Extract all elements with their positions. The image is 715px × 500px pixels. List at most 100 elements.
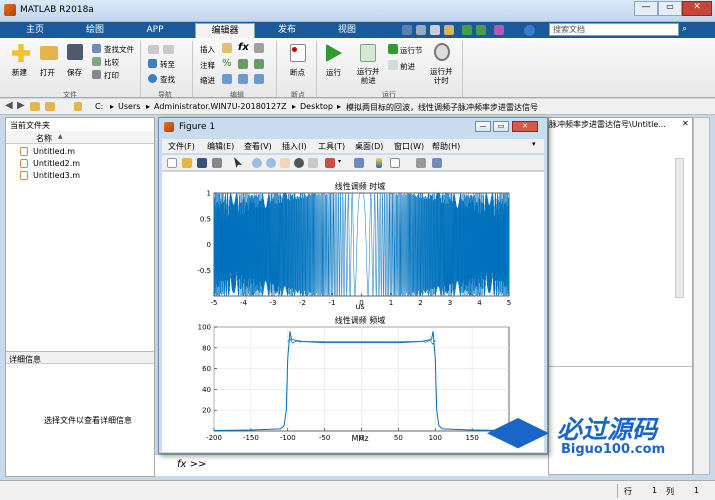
show-plot-tools-icon[interactable] (432, 158, 442, 168)
tab-view[interactable]: 视图 (322, 23, 372, 38)
fx-button[interactable]: fx (238, 42, 249, 53)
copy-icon[interactable] (430, 25, 440, 35)
figure-minimize-button[interactable]: — (475, 121, 491, 132)
forward-arrow-icon[interactable]: ▶ (17, 100, 25, 111)
folder-icon (74, 102, 82, 111)
redo-icon[interactable] (476, 25, 486, 35)
open-button[interactable]: 打开 (40, 67, 55, 78)
up-folder-icon[interactable] (30, 102, 40, 111)
path-segment-users[interactable]: Users (118, 102, 140, 111)
editor-close-icon[interactable]: ✕ (682, 119, 689, 128)
tab-apps[interactable]: APP (130, 23, 180, 38)
print-figure-icon[interactable] (212, 158, 222, 168)
wrap-comments-icon[interactable] (254, 59, 264, 69)
legend-icon[interactable] (390, 158, 400, 168)
save-figure-icon[interactable] (197, 158, 207, 168)
save-button[interactable]: 保存 (67, 67, 82, 78)
menu-file[interactable]: 文件(F) (168, 141, 195, 152)
run-advance-icon[interactable] (360, 44, 376, 62)
hide-plot-tools-icon[interactable] (416, 158, 426, 168)
decrease-indent-icon[interactable] (254, 74, 264, 84)
menu-desktop[interactable]: 桌面(D) (355, 141, 383, 152)
insert-button[interactable]: 插入 (200, 44, 215, 55)
section-icon[interactable] (254, 43, 264, 53)
editor-tab-title[interactable]: 脉冲频率步进雷达信号\Untitle... (549, 119, 679, 130)
paste-icon[interactable] (444, 25, 454, 35)
menu-help[interactable]: 帮助(H) (432, 141, 460, 152)
new-figure-icon[interactable] (167, 158, 177, 168)
maximize-button[interactable]: ▭ (658, 1, 682, 16)
new-button[interactable]: 新建 (12, 67, 27, 78)
save-icon[interactable] (402, 25, 412, 35)
menu-dock-icon[interactable]: ▾ (532, 140, 536, 148)
menu-window[interactable]: 窗口(W) (394, 141, 424, 152)
figure-window[interactable]: Figure 1 — ▭ ✕ 文件(F) 编辑(E) 查看(V) 插入(I) 工… (158, 117, 548, 454)
rotate-icon[interactable] (294, 158, 304, 168)
path-segment-folder[interactable]: 模拟两目标的回波，线性调频子脉冲频率步进雷达信号 (346, 102, 538, 113)
search-input[interactable]: 搜索文档 (549, 23, 679, 36)
compare-button[interactable]: 比较 (104, 57, 119, 68)
name-column-header[interactable]: 名称 ▲ (6, 131, 154, 144)
figure-close-button[interactable]: ✕ (512, 121, 538, 132)
print-button[interactable]: 打印 (104, 70, 119, 81)
find-button[interactable]: 查找 (160, 74, 175, 85)
zoom-out-icon[interactable] (266, 158, 276, 168)
col-label: 列 (666, 487, 674, 496)
percent-icon[interactable]: % (222, 58, 232, 69)
search-icon[interactable]: ⌕ (682, 24, 694, 36)
menu-tools[interactable]: 工具(T) (318, 141, 345, 152)
open-file-icon[interactable] (182, 158, 192, 168)
brush-dropdown-icon[interactable]: ▾ (338, 158, 341, 165)
data-cursor-icon[interactable] (308, 158, 318, 168)
menu-edit[interactable]: 编辑(E) (207, 141, 234, 152)
tab-plots[interactable]: 绘图 (70, 23, 120, 38)
figure-maximize-button[interactable]: ▭ (493, 121, 509, 132)
nav-forward-icon[interactable] (163, 45, 174, 54)
path-segment-admin[interactable]: Administrator.WIN7U-20180127Z (154, 102, 287, 111)
help-icon[interactable] (524, 25, 535, 36)
pointer-icon[interactable] (234, 157, 242, 168)
smart-indent-icon[interactable] (222, 74, 232, 84)
save-file-icon[interactable] (67, 44, 83, 60)
tab-editor[interactable]: 编辑器 (195, 23, 255, 38)
increase-indent-icon[interactable] (238, 74, 248, 84)
colorbar-icon[interactable] (376, 158, 382, 168)
breakpoints-button[interactable]: 断点 (290, 67, 305, 78)
cut-icon[interactable] (416, 25, 426, 35)
menu-insert[interactable]: 插入(I) (282, 141, 307, 152)
browse-folder-icon[interactable] (45, 102, 55, 111)
open-icon[interactable] (40, 46, 58, 60)
indent-button[interactable]: 缩进 (200, 75, 215, 86)
run-time-icon[interactable] (434, 43, 450, 61)
new-icon[interactable] (12, 44, 30, 62)
row-label: 行 (624, 487, 632, 496)
tab-home[interactable]: 主页 (10, 23, 60, 38)
advance-button[interactable]: 前进 (400, 61, 415, 72)
zoom-in-icon[interactable] (252, 158, 262, 168)
comment-icon[interactable] (238, 59, 248, 69)
brush-icon[interactable] (325, 158, 335, 168)
pan-icon[interactable] (280, 158, 290, 168)
x-tick-label: 1 (389, 299, 393, 307)
nav-back-icon[interactable] (148, 45, 159, 54)
run-button[interactable]: 运行 (326, 67, 341, 78)
menu-view[interactable]: 查看(V) (244, 141, 272, 152)
find-files-button[interactable]: 查找文件 (104, 44, 134, 55)
tab-publish[interactable]: 发布 (262, 23, 312, 38)
run-section-button[interactable]: 运行节 (400, 45, 423, 56)
switch-windows-icon[interactable] (494, 25, 504, 35)
back-arrow-icon[interactable]: ◀ (5, 100, 13, 111)
run-icon[interactable] (326, 44, 342, 62)
close-button[interactable]: ✕ (682, 1, 712, 16)
run-time-button[interactable]: 运行并 计时 (430, 67, 453, 85)
editor-scrollbar[interactable] (675, 158, 684, 298)
run-advance-button[interactable]: 运行并 前进 (357, 67, 380, 85)
comment-button[interactable]: 注释 (200, 60, 215, 71)
path-segment-drive[interactable]: C: (95, 102, 103, 111)
minimize-button[interactable]: — (634, 1, 658, 16)
insert-icon[interactable] (222, 43, 232, 53)
goto-button[interactable]: 转至 (160, 59, 175, 70)
undo-icon[interactable] (462, 25, 472, 35)
link-plot-icon[interactable] (354, 158, 364, 168)
path-segment-desktop[interactable]: Desktop (300, 102, 333, 111)
